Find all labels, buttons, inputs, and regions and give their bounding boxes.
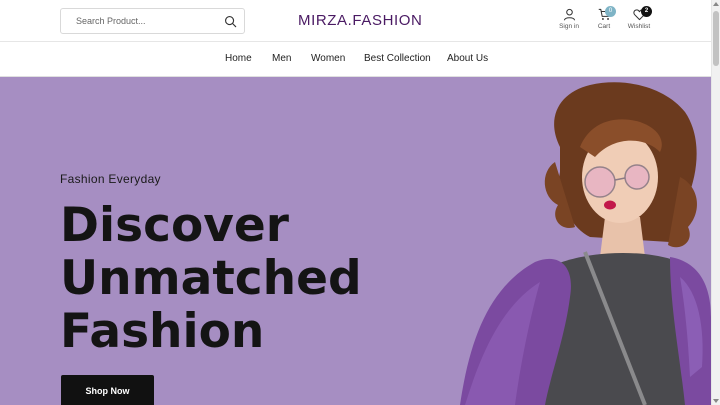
cart-count-badge: 0 xyxy=(605,6,616,17)
shop-now-button[interactable]: Shop Now xyxy=(61,375,154,405)
wishlist-link[interactable]: 2 Wishlist xyxy=(622,6,656,36)
search-icon[interactable] xyxy=(224,15,237,28)
scroll-down-icon[interactable] xyxy=(713,399,719,403)
wishlist-label: Wishlist xyxy=(627,23,651,30)
page-scrollbar[interactable] xyxy=(711,0,720,405)
cart-link[interactable]: 0 Cart xyxy=(586,6,622,36)
site-logo[interactable]: MIRZA.FASHION xyxy=(298,12,422,29)
user-icon xyxy=(563,8,575,21)
nav-item-men[interactable]: Men xyxy=(272,53,291,64)
nav-item-women[interactable]: Women xyxy=(311,53,345,64)
cart-label: Cart xyxy=(597,23,611,30)
main-nav: Home Men Women Best Collection About Us xyxy=(0,42,711,77)
search-box xyxy=(60,8,245,34)
hero-model-image xyxy=(460,82,711,405)
sign-in-label: Sign in xyxy=(559,23,579,30)
nav-item-home[interactable]: Home xyxy=(225,53,252,64)
hero-headline: Discover Unmatched Fashion xyxy=(60,199,380,358)
sign-in-link[interactable]: Sign in xyxy=(551,8,587,36)
headline-line: Fashion xyxy=(60,304,265,359)
scroll-up-icon[interactable] xyxy=(713,2,719,6)
wishlist-count-badge: 2 xyxy=(641,6,652,17)
site-header: MIRZA.FASHION Sign in 0 Cart 2 Wishlist xyxy=(0,0,711,42)
headline-line: Unmatched xyxy=(60,251,362,306)
headline-line: Discover xyxy=(60,198,289,253)
scrollbar-thumb[interactable] xyxy=(713,11,719,66)
nav-item-about-us[interactable]: About Us xyxy=(447,53,488,64)
nav-item-best-collection[interactable]: Best Collection xyxy=(364,53,431,64)
hero-eyebrow: Fashion Everyday xyxy=(60,172,161,186)
search-input[interactable] xyxy=(76,13,221,29)
hero-banner: Fashion Everyday Discover Unmatched Fash… xyxy=(0,77,711,405)
